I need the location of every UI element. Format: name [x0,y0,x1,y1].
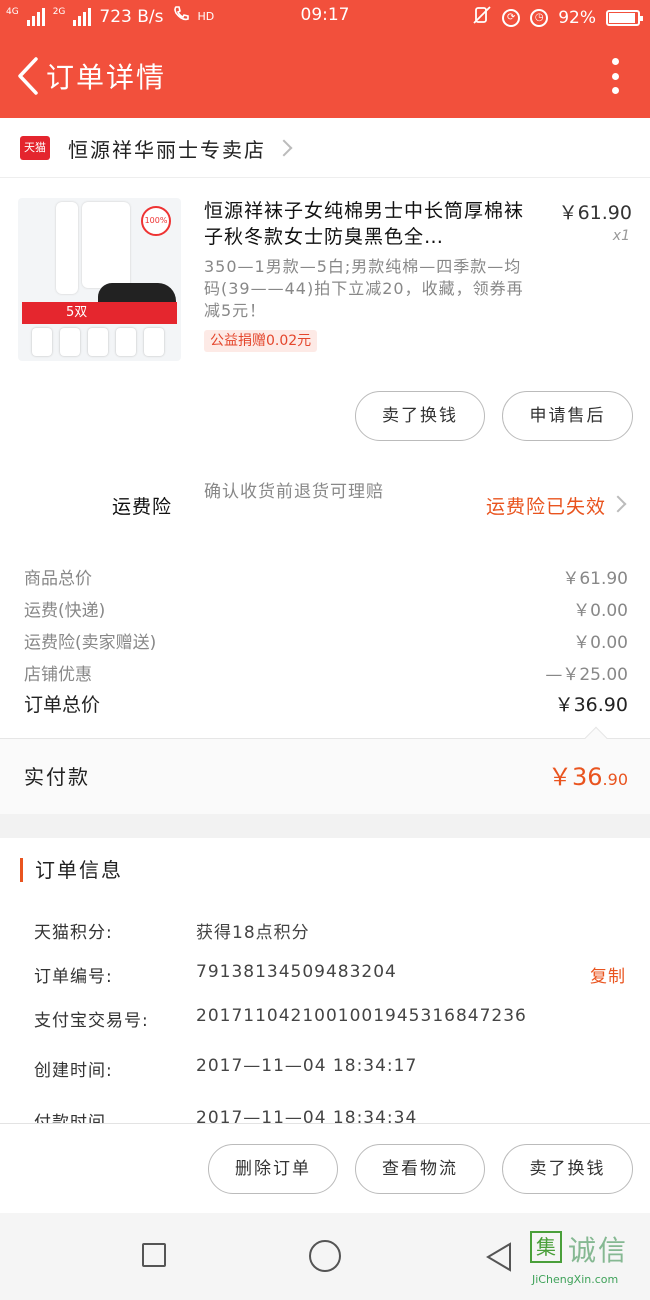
clock: 09:17 [300,5,350,25]
order-info-heading: 订单信息 [20,858,123,882]
view-logistics-button[interactable]: 查看物流 [355,1144,485,1194]
charity-tag: 公益捐赠0.02元 [204,330,318,352]
more-menu-button[interactable] [610,58,620,94]
more-dot-icon [611,72,619,80]
order-total-row: 订单总价 ￥36.90 [24,690,628,717]
battery-percent: 92% [558,7,596,28]
alarm-icon: ◷ [530,8,549,27]
info-label: 支付宝交易号: [34,1011,149,1031]
store-row[interactable]: 天猫 恒源祥华丽士专卖店 [0,118,650,178]
after-sale-button[interactable]: 申请售后 [502,391,633,441]
product-quantity: x1 [612,228,630,244]
watermark: 集 诚信 JiChengXin.com [524,1225,644,1295]
sock-thumb [88,328,108,356]
cost-label: 运费(快递) [24,601,106,621]
tmall-logo: 天猫 [20,136,50,160]
info-label: 天猫积分: [34,923,113,943]
more-dot-icon [611,87,619,94]
cost-value: ￥0.00 [573,601,628,621]
info-value: 2017110421001001945316847236 [196,1006,527,1026]
cost-value: —￥25.00 [545,665,628,685]
store-name: 恒源祥华丽士专卖店 [68,138,266,162]
chevron-right-icon [275,139,293,157]
delete-order-button[interactable]: 删除订单 [208,1144,338,1194]
sock-thumb [32,328,52,356]
cost-row: 商品总价 ￥61.90 [24,564,628,589]
cost-value: ￥61.90 [562,569,628,589]
paid-amount: ￥36.90 [548,757,628,792]
product-card: 100% 5双 恒源祥袜子女纯棉男士中长筒厚棉袜子秋冬款女士防臭黑色全… 350… [0,178,650,468]
freight-insurance-status: 运费险已失效 [485,496,606,518]
title-bar: 订单详情 [0,34,650,118]
info-value: 2017—11—04 18:34:34 [196,1108,418,1123]
system-back-button[interactable] [484,1241,514,1277]
info-label: 付款时间 [34,1113,106,1123]
back-button[interactable] [14,56,44,96]
info-label: 创建时间: [34,1061,113,1081]
more-dot-icon [611,58,619,65]
bottom-action-bar: 删除订单 查看物流 卖了换钱 [0,1123,650,1213]
pack-banner: 5双 [22,302,177,324]
product-image[interactable]: 100% 5双 [18,198,181,361]
battery-icon [606,9,643,26]
sock-thumb [116,328,136,356]
sell-for-cash-button-bottom[interactable]: 卖了换钱 [502,1144,633,1194]
recent-apps-button[interactable] [142,1243,166,1267]
freight-insurance-description: 确认收货前退货可理赔 [204,482,384,502]
cost-label: 商品总价 [24,569,92,589]
page-title: 订单详情 [46,61,167,94]
cost-row: 运费险(卖家赠送) ￥0.00 [24,628,628,653]
sock-graphic [82,202,130,288]
watermark-text: 诚信 [568,1234,629,1267]
info-value: 79138134509483204 [196,962,397,982]
order-total-label: 订单总价 [24,694,101,716]
paid-amount-main: ￥36 [548,763,603,791]
cost-label: 运费险(卖家赠送) [24,633,157,653]
info-value: 获得18点积分 [196,923,310,943]
sock-thumb [60,328,80,356]
status-bar: 4G 2G 723 B/s HD 09:17 ⟳ ◷ 92% [0,0,650,34]
cost-breakdown: 商品总价 ￥61.90 运费(快递) ￥0.00 运费险(卖家赠送) ￥0.00… [0,542,650,738]
product-title[interactable]: 恒源祥袜子女纯棉男士中长筒厚棉袜子秋冬款女士防臭黑色全… [204,198,534,250]
freight-insurance-label: 运费险 [112,496,173,518]
info-value: 2017—11—04 18:34:17 [196,1056,418,1076]
cost-row: 店铺优惠 —￥25.00 [24,660,628,685]
sock-graphic [56,202,78,294]
sock-thumb [144,328,164,356]
watermark-url: JiChengXin.com [532,1273,619,1286]
mute-icon [472,5,492,30]
back-triangle-icon [486,1242,511,1272]
cost-label: 店铺优惠 [24,665,92,685]
order-total-value: ￥36.90 [554,694,628,716]
sell-for-cash-button[interactable]: 卖了换钱 [355,391,485,441]
info-label: 订单编号: [34,967,113,987]
cost-row: 运费(快递) ￥0.00 [24,596,628,621]
order-info-section: 订单信息 天猫积分: 获得18点积分 订单编号: 791381345094832… [0,838,650,1123]
quality-badge: 100% [141,206,171,236]
paid-amount-row: 实付款 ￥36.90 [0,726,650,814]
paid-amount-cents: .90 [602,770,628,789]
paid-label: 实付款 [24,765,90,789]
chevron-right-icon [609,495,627,513]
copy-button[interactable]: 复制 [590,962,626,987]
freight-insurance-row[interactable]: 运费险 确认收货前退货可理赔 运费险已失效 [0,468,650,542]
back-arrow-icon [18,57,38,95]
home-button[interactable] [309,1240,341,1272]
cost-value: ￥0.00 [573,633,628,653]
product-price: ￥61.90 [558,202,632,224]
watermark-logo: 集 [530,1231,562,1263]
system-nav-bar: 集 诚信 JiChengXin.com [0,1213,650,1300]
product-sku-description: 350—1男款—5白;男款纯棉—四季款—均码(39——44)拍下立减20，收藏，… [204,257,524,320]
rotation-lock-icon: ⟳ [502,8,521,27]
